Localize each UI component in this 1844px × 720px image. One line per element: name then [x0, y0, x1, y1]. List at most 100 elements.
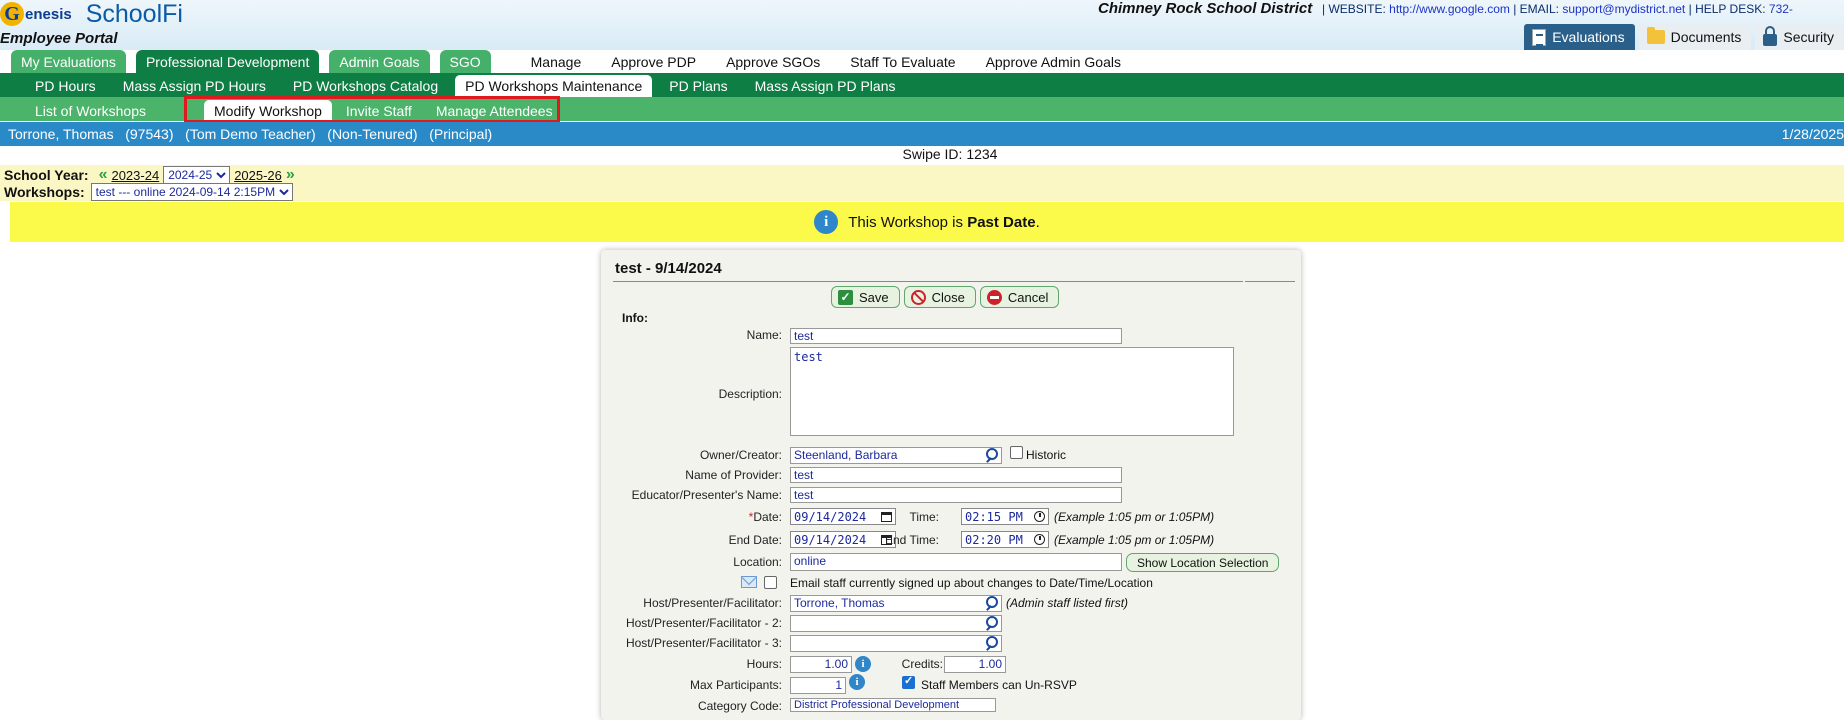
- school-year-row: School Year: « 2023-24 2024-25 2025-26 »: [4, 166, 295, 184]
- save-button[interactable]: ✓ Save: [831, 286, 900, 308]
- info-icon: i: [814, 210, 839, 234]
- next-year-icon[interactable]: »: [286, 166, 295, 184]
- helpdesk-phone[interactable]: 732-: [1769, 2, 1793, 16]
- menu-staff-to-evaluate[interactable]: Staff To Evaluate: [850, 50, 955, 73]
- max-participants-field[interactable]: 1: [790, 677, 846, 694]
- alert-end: .: [1035, 213, 1040, 231]
- tab-my-evaluations[interactable]: My Evaluations: [11, 50, 126, 73]
- tab-manage-attendees[interactable]: Manage Attendees: [426, 100, 563, 121]
- security-label: Security: [1783, 29, 1834, 45]
- workshop-nav: List of Workshops Modify Workshop Invite…: [0, 97, 1844, 121]
- host-search-icon[interactable]: [985, 596, 999, 610]
- tab-professional-development[interactable]: Professional Development: [135, 50, 320, 73]
- documents-button[interactable]: Documents: [1638, 24, 1752, 50]
- time-example: (Example 1:05 pm or 1:05PM): [1054, 510, 1215, 524]
- app-header: G enesis SchoolFi Employee Portal Chimne…: [0, 0, 1844, 50]
- end-date-value: 09/14/2024: [794, 532, 867, 547]
- host-field[interactable]: Torrone, Thomas: [790, 595, 1002, 612]
- max-participants-info-icon[interactable]: i: [849, 674, 865, 690]
- clock-icon[interactable]: [1034, 511, 1045, 522]
- tab-mass-assign-pd-hours[interactable]: Mass Assign PD Hours: [113, 75, 276, 97]
- email-link[interactable]: support@mydistrict.net: [1562, 2, 1685, 16]
- email-label: EMAIL:: [1519, 2, 1560, 16]
- host3-search-icon[interactable]: [985, 636, 999, 650]
- host2-search-icon[interactable]: [985, 616, 999, 630]
- tab-pd-hours[interactable]: PD Hours: [25, 75, 106, 97]
- school-year-select[interactable]: 2024-25: [163, 166, 231, 184]
- end-time-value: 02:20 PM: [965, 532, 1023, 547]
- workshop-form: test - 9/14/2024 ✓ Save Close Cancel Inf…: [601, 250, 1301, 720]
- swipe-id: Swipe ID: 1234: [902, 146, 998, 162]
- cancel-label: Cancel: [1007, 289, 1049, 305]
- date-label: *Date:: [749, 510, 782, 524]
- end-time-example: (Example 1:05 pm or 1:05PM): [1054, 533, 1215, 547]
- credits-field[interactable]: 1.00: [944, 656, 1006, 673]
- description-field[interactable]: test: [790, 347, 1234, 436]
- un-rsvp-checkbox[interactable]: [902, 674, 915, 689]
- prev-year-icon[interactable]: «: [99, 166, 108, 184]
- evaluations-button[interactable]: Evaluations: [1524, 24, 1635, 50]
- end-date-field[interactable]: 09/14/2024: [790, 531, 896, 548]
- website-link[interactable]: http://www.google.com: [1389, 2, 1510, 16]
- prev-year-link[interactable]: 2023-24: [111, 168, 159, 183]
- tab-modify-workshop[interactable]: Modify Workshop: [204, 100, 332, 121]
- end-time-label: End Time:: [884, 533, 939, 547]
- location-field[interactable]: online: [790, 553, 1122, 571]
- sub-nav: PD Hours Mass Assign PD Hours PD Worksho…: [0, 73, 1844, 97]
- title-divider-right: [1245, 281, 1295, 282]
- menu-approve-admin-goals[interactable]: Approve Admin Goals: [986, 50, 1121, 73]
- host2-label: Host/Presenter/Facilitator - 2:: [625, 616, 782, 630]
- tab-invite-staff[interactable]: Invite Staff: [336, 100, 422, 121]
- max-participants-label: Max Participants:: [689, 678, 782, 692]
- security-button[interactable]: Security: [1755, 24, 1844, 50]
- email-staff-label: Email staff currently signed up about ch…: [790, 576, 1153, 590]
- host3-field[interactable]: [790, 635, 1002, 652]
- school-year-label: School Year:: [4, 167, 89, 183]
- portal-title: Employee Portal: [0, 30, 118, 47]
- form-title: test - 9/14/2024: [615, 260, 722, 277]
- product-name: SchoolFi: [85, 0, 183, 28]
- alert-bold: Past Date: [967, 213, 1036, 231]
- host2-field[interactable]: [790, 615, 1002, 632]
- lock-icon: [1763, 25, 1778, 46]
- menu-approve-pdp[interactable]: Approve PDP: [611, 50, 696, 73]
- date-field[interactable]: 09/14/2024: [790, 508, 896, 525]
- workshops-row: Workshops: test --- online 2024-09-14 2:…: [4, 183, 293, 201]
- tab-pd-workshops-maintenance[interactable]: PD Workshops Maintenance: [455, 75, 653, 97]
- time-field[interactable]: 02:15 PM: [961, 508, 1049, 525]
- documents-label: Documents: [1670, 29, 1742, 45]
- provider-field[interactable]: test: [790, 467, 1122, 483]
- tab-mass-assign-pd-plans[interactable]: Mass Assign PD Plans: [745, 75, 906, 97]
- credits-label: Credits:: [901, 657, 943, 671]
- email-staff-checkbox[interactable]: [764, 576, 777, 589]
- tab-pd-plans[interactable]: PD Plans: [659, 75, 737, 97]
- owner-search-icon[interactable]: [985, 448, 999, 462]
- show-location-button[interactable]: Show Location Selection: [1126, 553, 1280, 572]
- name-field[interactable]: test: [790, 328, 1122, 344]
- close-label: Close: [931, 289, 965, 305]
- genesis-logo-mark: G: [0, 2, 24, 26]
- hours-label: Hours:: [746, 657, 782, 671]
- category-select[interactable]: District Professional Development: [790, 698, 996, 712]
- hours-field[interactable]: 1.00: [790, 656, 852, 673]
- time-value: 02:15 PM: [965, 509, 1023, 524]
- presenter-name-field[interactable]: test: [790, 487, 1122, 503]
- clock-icon[interactable]: [1034, 534, 1045, 545]
- next-year-link[interactable]: 2025-26: [234, 168, 282, 183]
- end-time-field[interactable]: 02:20 PM: [961, 531, 1049, 548]
- tab-sgo[interactable]: SGO: [439, 50, 491, 73]
- main-nav: My Evaluations Professional Development …: [0, 50, 1844, 73]
- menu-approve-sgos[interactable]: Approve SGOs: [726, 50, 820, 73]
- hours-info-icon[interactable]: i: [855, 656, 871, 672]
- cancel-button[interactable]: Cancel: [979, 286, 1060, 308]
- genesis-logo-text: enesis: [25, 5, 72, 23]
- owner-field[interactable]: Steenland, Barbara: [790, 447, 1002, 464]
- menu-manage[interactable]: Manage: [531, 50, 582, 73]
- historic-checkbox[interactable]: [1010, 446, 1023, 459]
- workshop-select[interactable]: test --- online 2024-09-14 2:15PM: [90, 183, 293, 201]
- tab-list-of-workshops[interactable]: List of Workshops: [25, 100, 156, 121]
- tab-admin-goals[interactable]: Admin Goals: [329, 50, 430, 73]
- close-button[interactable]: Close: [903, 286, 976, 308]
- calendar-icon[interactable]: [881, 511, 892, 522]
- tab-pd-workshops-catalog[interactable]: PD Workshops Catalog: [283, 75, 448, 97]
